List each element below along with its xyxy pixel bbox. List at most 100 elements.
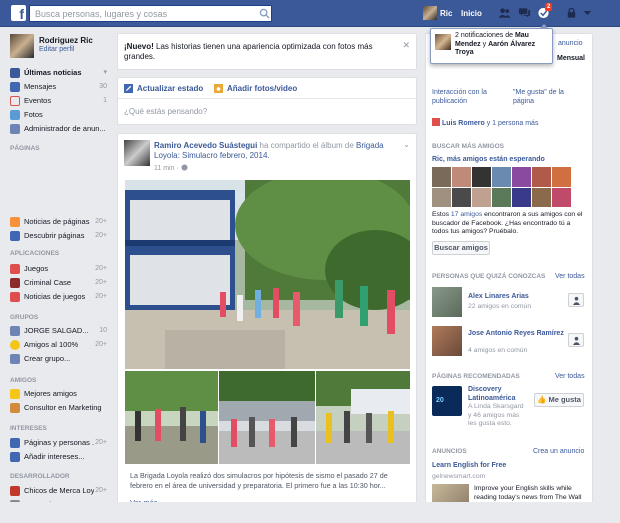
page-likes-link[interactable]: "Me gusta" de la página [513, 88, 573, 106]
friend-thumb[interactable] [472, 187, 491, 207]
sidebar-item-label: Crear grupo... [24, 354, 71, 363]
sidebar-item-messages[interactable]: Mensajes 30 [10, 81, 107, 93]
privacy-lock-icon[interactable] [565, 7, 578, 19]
home-link[interactable]: Inicio [461, 9, 482, 18]
close-icon[interactable]: ✕ [402, 40, 410, 51]
sidebar-item-discover-pages[interactable]: Descubrir páginas 20+ [10, 230, 107, 242]
sidebar-item-games[interactable]: Juegos 20+ [10, 263, 107, 275]
sidebar-item-create-group[interactable]: Crear grupo... [10, 353, 107, 365]
friend-thumb[interactable] [492, 167, 511, 187]
ad-domain[interactable]: gelnewsmart.com [432, 473, 485, 482]
friend-thumb[interactable] [492, 187, 511, 207]
chevron-down-icon[interactable] [581, 7, 594, 19]
notif-conj: y [480, 40, 489, 48]
sidebar-item-label: Consultor en Marketing [24, 403, 102, 412]
sidebar-item-add-interests[interactable]: Añadir intereses... [10, 451, 107, 463]
chevron-down-icon[interactable]: ⌄ [403, 140, 410, 149]
friend-thumb[interactable] [552, 167, 571, 187]
profile-avatar[interactable] [10, 34, 34, 58]
sidebar-item-interests-pages[interactable]: Páginas y personas ... 20+ [10, 437, 107, 449]
sidebar-item-label: Administrador de anun... [24, 124, 106, 133]
status-input[interactable]: ¿Qué estás pensando? [124, 107, 207, 116]
sidebar-item-group-jorge[interactable]: JORGE SALGAD... 10 [10, 325, 107, 337]
pymk-avatar[interactable] [432, 287, 462, 317]
sidebar-item-criminal-case[interactable]: Criminal Case 20+ [10, 277, 107, 289]
sidebar-item-close-friends[interactable]: Mejores amigos [10, 388, 107, 400]
ads-manager-icon [10, 124, 20, 134]
friend-requests-icon[interactable] [498, 7, 511, 19]
create-group-icon [10, 354, 20, 364]
recommended-see-all[interactable]: Ver todas [555, 373, 585, 380]
like-page-button[interactable]: 👍 Me gusta [534, 393, 584, 407]
post-caption: La Brigada Loyola realizó dos simulacros… [130, 471, 388, 490]
search-input[interactable]: Busca personas, lugares y cosas [29, 5, 272, 22]
friend-thumb[interactable] [512, 187, 531, 207]
sidebar-item-marketing[interactable]: Consultor en Marketing [10, 402, 107, 414]
sidebar-item-label: Amigos al 100% [24, 340, 79, 349]
notification-popup[interactable]: 2 notificaciones de Mau Mendez y Aarón Á… [430, 24, 553, 64]
friend-thumb[interactable] [432, 187, 451, 207]
post-author-link[interactable]: Ramiro Acevedo Suástegui [154, 141, 257, 150]
friend-thumb[interactable] [472, 167, 491, 187]
friend-thumb[interactable] [512, 167, 531, 187]
post-author-avatar[interactable] [124, 140, 150, 166]
friend-thumb[interactable] [452, 167, 471, 187]
pymk-mutual[interactable]: 22 amigos en común [468, 303, 531, 312]
pymk-see-all[interactable]: Ver todas [555, 273, 585, 280]
album-photo-main[interactable] [125, 180, 410, 369]
facebook-logo[interactable]: f [11, 5, 26, 21]
news-feed-icon [10, 68, 20, 78]
find-friends-button[interactable]: Buscar amigos [432, 241, 490, 255]
sidebar-item-games-feed[interactable]: Noticias de juegos 20+ [10, 291, 107, 303]
sidebar-item-label: Añadir intereses... [24, 452, 85, 461]
more-friends-waiting[interactable]: Ric, más amigos están esperando [432, 156, 545, 163]
friend-thumb[interactable] [532, 167, 551, 187]
friend-thumb[interactable] [432, 167, 451, 187]
add-friend-button[interactable] [568, 293, 584, 307]
friends-like-line: Luis Romero y 1 persona más [432, 118, 538, 128]
sidebar-item-pages-feed[interactable]: Noticias de páginas 20+ [10, 216, 107, 228]
sidebar-item-photos[interactable]: Fotos [10, 109, 107, 121]
notification-text[interactable]: 2 notificaciones de Mau Mendez y Aarón Á… [455, 32, 551, 58]
user-name-link[interactable]: Ric [440, 9, 452, 18]
messages-icon[interactable] [518, 7, 531, 19]
friend-thumb[interactable] [532, 187, 551, 207]
friend-thumb[interactable] [452, 187, 471, 207]
pymk-name[interactable]: Alex Linares Arias [468, 293, 529, 300]
recommended-page-name[interactable]: Discovery Latinoamérica [468, 385, 538, 403]
pymk-avatar[interactable] [432, 326, 462, 356]
album-photo-4[interactable] [316, 371, 410, 464]
sidebar-item-events[interactable]: Eventos 1 [10, 95, 107, 107]
sidebar-item-count: 1 [103, 97, 107, 104]
tab-update-status[interactable]: Actualizar estado [137, 84, 203, 93]
post-timestamp[interactable]: 11 min · [154, 164, 188, 172]
friend-thumb[interactable] [552, 187, 571, 207]
pymk-name[interactable]: Jose Antonio Reyes Ramírez [468, 329, 568, 338]
more-people-link[interactable]: y 1 persona más [485, 120, 539, 127]
add-friend-button[interactable] [568, 333, 584, 347]
tab-add-photo[interactable]: Añadir fotos/video [227, 84, 297, 93]
ad-link-top[interactable]: anuncio [558, 40, 583, 47]
friends-icon [432, 118, 440, 126]
post-action-text: ha compartido el álbum de [257, 141, 357, 150]
interaction-link[interactable]: Interacción con la publicación [432, 88, 502, 106]
found-count-link[interactable]: 17 amigos [451, 211, 482, 218]
ad-title[interactable]: Learn English for Free [432, 462, 506, 469]
friend-link[interactable]: Luis Romero [442, 120, 485, 127]
edit-profile-link[interactable]: Editar perfil [39, 46, 74, 53]
sidebar-item-group-amigos[interactable]: Amigos al 100% 20+ [10, 339, 107, 351]
sidebar-item-ads-manager[interactable]: Administrador de anun... [10, 123, 107, 135]
sidebar-item-label: Juegos [24, 264, 49, 273]
post-album-link[interactable]: : Simulacro febrero, 2014. [178, 151, 270, 160]
user-avatar[interactable] [423, 6, 437, 20]
discovery-logo[interactable]: 20 [432, 386, 462, 416]
album-photo-3[interactable] [219, 371, 315, 464]
sidebar-item-merca-loyola[interactable]: Chicos de Merca Loyo...20+ [10, 485, 107, 497]
sidebar-item-news-feed[interactable]: Últimas noticias ▾ [10, 67, 107, 79]
profile-name[interactable]: Rodriguez Ric [39, 36, 93, 45]
group-icon [10, 340, 20, 350]
create-ad-link[interactable]: Crea un anuncio [533, 448, 584, 455]
album-photo-2[interactable] [125, 371, 218, 464]
search-icon[interactable] [259, 8, 270, 19]
pymk-mutual[interactable]: 4 amigos en común [468, 347, 527, 356]
